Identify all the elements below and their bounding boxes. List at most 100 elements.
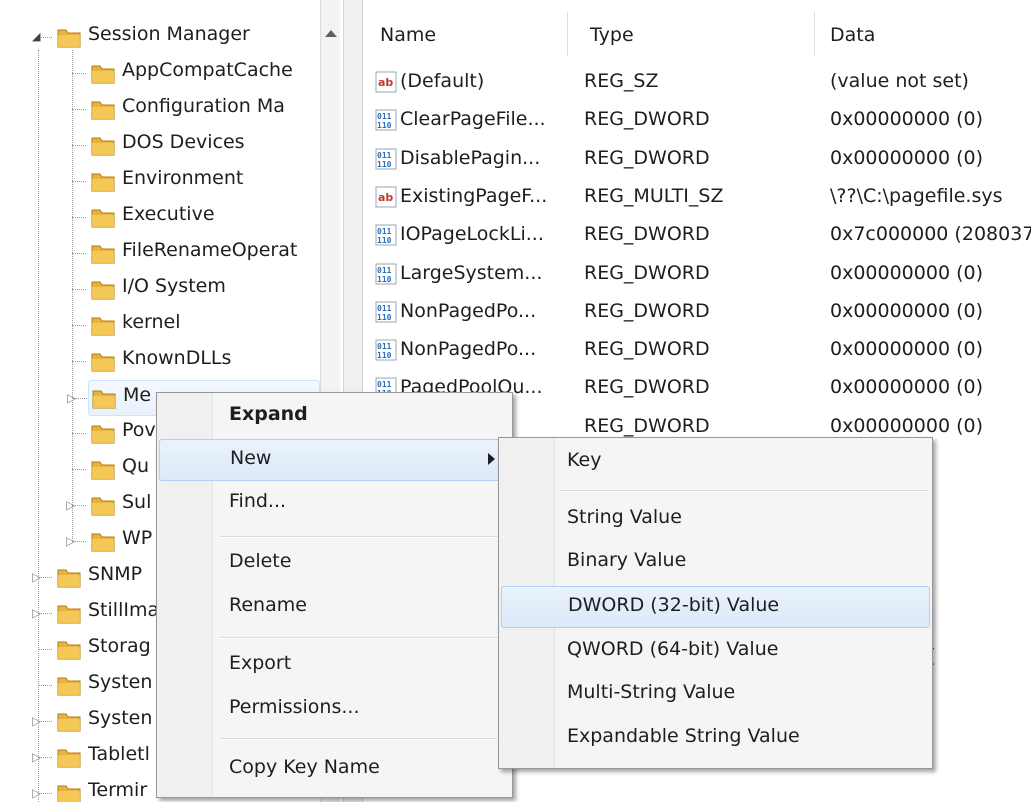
tree-item[interactable]: Environment xyxy=(0,164,318,198)
collapse-arrow-icon[interactable]: ◢ xyxy=(32,30,44,44)
menu-item-export[interactable]: Export xyxy=(159,645,510,685)
tree-item[interactable]: ◢ Session Manager xyxy=(0,20,318,54)
tree-item[interactable]: KnownDLLs xyxy=(0,344,318,378)
submenu-item-expandable-string-value[interactable]: Expandable String Value xyxy=(501,718,930,758)
list-item[interactable]: ab (Default) REG_SZ (value not set) xyxy=(362,64,1031,102)
folder-icon xyxy=(90,492,116,518)
submenu-item-dword-32-bit-value[interactable]: DWORD (32-bit) Value xyxy=(501,586,930,628)
folder-icon xyxy=(90,276,116,302)
menu-item-label: Expand xyxy=(229,403,308,425)
expand-arrow-icon[interactable]: ▷ xyxy=(67,391,79,405)
binary-value-icon: 011110 xyxy=(375,301,397,323)
menu-item-label: Copy Key Name xyxy=(229,756,380,778)
list-item[interactable]: 011 110 NonPagedPo... REG_DWORD 0x00000000 (… xyxy=(362,294,1031,332)
list-item[interactable]: 011 110 NonPagedPo... REG_DWORD 0x00000000 (… xyxy=(362,332,1031,370)
folder-icon xyxy=(90,60,116,86)
menu-item-copy-key-name[interactable]: Copy Key Name xyxy=(159,749,510,789)
submenu-item-key[interactable]: Key xyxy=(501,442,930,482)
tree-item[interactable]: Configuration Ma xyxy=(0,92,318,126)
menu-item-new[interactable]: New xyxy=(159,439,510,481)
expand-arrow-icon[interactable]: ▷ xyxy=(32,750,44,764)
binary-value-icon: 011110 xyxy=(375,109,397,131)
tree-connector-line xyxy=(72,469,86,470)
list-item[interactable]: 011 110 LargeSystem... REG_DWORD 0x00000000 … xyxy=(362,256,1031,294)
menu-item-label: New xyxy=(230,447,272,469)
menu-item-find[interactable]: Find... xyxy=(159,483,510,523)
menu-item-label: Find... xyxy=(229,490,287,512)
tree-item-label: Pov xyxy=(122,419,156,441)
tree-item-label: Tabletl xyxy=(88,743,150,765)
menu-item-label: Binary Value xyxy=(567,549,687,571)
menu-item-label: Multi-String Value xyxy=(567,681,736,703)
tree-item[interactable]: AppCompatCache xyxy=(0,56,318,90)
value-data: 0x00000000 (0) xyxy=(830,338,983,361)
svg-text:ab: ab xyxy=(378,76,393,89)
tree-item-label: Environment xyxy=(122,167,244,189)
value-name: NonPagedPo... xyxy=(400,299,537,322)
folder-icon xyxy=(90,420,116,446)
value-name: DisablePagin... xyxy=(400,146,541,169)
svg-text:011: 011 xyxy=(377,342,392,351)
tree-item[interactable]: FileRenameOperat xyxy=(0,236,318,270)
value-name: ClearPageFile... xyxy=(400,108,546,131)
svg-text:ab: ab xyxy=(378,191,393,204)
folder-icon xyxy=(56,744,82,770)
menu-separator xyxy=(561,490,928,492)
column-header-name[interactable]: Name xyxy=(380,24,436,46)
menu-separator xyxy=(219,536,508,538)
svg-text:110: 110 xyxy=(377,275,392,284)
tree-connector-line xyxy=(72,325,86,326)
expand-arrow-icon[interactable]: ▷ xyxy=(66,498,78,512)
expand-arrow-icon[interactable]: ▷ xyxy=(66,534,78,548)
folder-icon xyxy=(56,636,82,662)
menu-item-label: String Value xyxy=(567,506,682,528)
tree-item-label: FileRenameOperat xyxy=(122,239,298,261)
menu-item-rename[interactable]: Rename xyxy=(159,587,510,627)
folder-icon xyxy=(90,528,116,554)
menu-item-expand[interactable]: Expand xyxy=(159,396,510,436)
tree-connector-line xyxy=(72,433,86,434)
tree-item-label: KnownDLLs xyxy=(122,347,232,369)
list-item[interactable]: ab ExistingPageF... REG_MULTI_SZ \??\C:\pag… xyxy=(362,179,1031,217)
svg-text:110: 110 xyxy=(377,236,392,245)
column-header-data[interactable]: Data xyxy=(830,24,875,46)
list-item[interactable]: 011 110 ClearPageFile... REG_DWORD 0x0000000… xyxy=(362,102,1031,140)
tree-item-label: Sul xyxy=(122,491,152,513)
tree-item[interactable]: DOS Devices xyxy=(0,128,318,162)
tree-item-label: kernel xyxy=(122,311,181,333)
column-header-type[interactable]: Type xyxy=(590,24,634,46)
value-data: 0x00000000 (0) xyxy=(830,261,983,284)
scroll-up-arrow-icon[interactable] xyxy=(325,30,337,37)
expand-arrow-icon[interactable]: ▷ xyxy=(32,714,44,728)
expand-arrow-icon[interactable]: ▷ xyxy=(32,570,44,584)
list-item[interactable]: 011 110 IOPageLockLi... REG_DWORD 0x7c000000… xyxy=(362,217,1031,255)
tree-connector-line xyxy=(72,361,86,362)
tree-item[interactable]: I/O System xyxy=(0,272,318,306)
submenu-item-binary-value[interactable]: Binary Value xyxy=(501,542,930,582)
tree-connector-line xyxy=(72,217,86,218)
submenu-arrow-icon xyxy=(488,453,495,465)
tree-item-label: SNMP xyxy=(88,563,143,585)
value-name: (Default) xyxy=(400,70,485,92)
list-item[interactable]: 011 110 DisablePagin... REG_DWORD 0x00000000… xyxy=(362,141,1031,179)
svg-text:110: 110 xyxy=(377,121,392,130)
tree-item-label: AppCompatCache xyxy=(122,59,293,81)
column-divider[interactable] xyxy=(567,12,568,56)
column-divider[interactable] xyxy=(814,12,815,56)
submenu-item-string-value[interactable]: String Value xyxy=(501,499,930,539)
tree-item[interactable]: Executive xyxy=(0,200,318,234)
expand-arrow-icon[interactable]: ▷ xyxy=(32,606,44,620)
menu-item-label: Permissions... xyxy=(229,696,360,718)
menu-separator xyxy=(219,637,508,639)
tree-item[interactable]: kernel xyxy=(0,308,318,342)
value-type: REG_DWORD xyxy=(584,338,710,361)
svg-text:011: 011 xyxy=(377,380,392,389)
folder-icon xyxy=(56,780,82,802)
menu-item-delete[interactable]: Delete xyxy=(159,543,510,583)
tree-item-label: Qu xyxy=(122,455,149,477)
folder-icon xyxy=(90,348,116,374)
submenu-item-qword-64-bit-value[interactable]: QWORD (64-bit) Value xyxy=(501,631,930,671)
menu-item-permissions[interactable]: Permissions... xyxy=(159,689,510,729)
expand-arrow-icon[interactable]: ▷ xyxy=(32,786,44,800)
submenu-item-multi-string-value[interactable]: Multi-String Value xyxy=(501,674,930,714)
